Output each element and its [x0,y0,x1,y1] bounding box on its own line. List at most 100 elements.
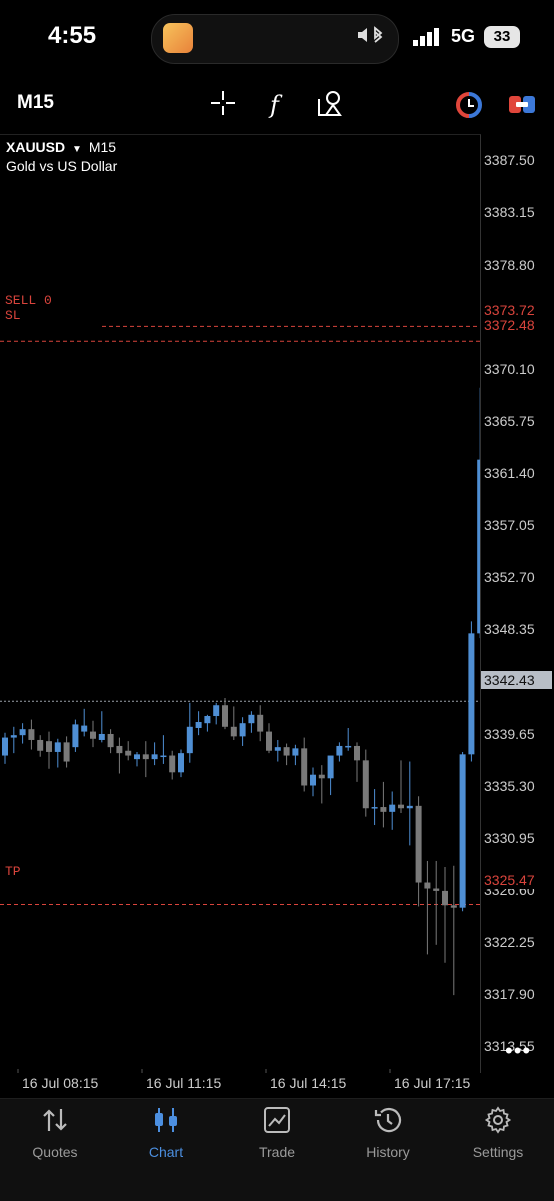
app-badge-icon [163,23,193,53]
candle-body [195,721,202,728]
mute-bluetooth-icon [356,24,384,52]
candle-body [459,754,466,908]
candle-body [19,729,26,736]
chart-icon [111,1102,221,1138]
candle-body [318,774,325,779]
candle-body [222,705,228,727]
tab-trade[interactable]: Trade [222,1100,332,1160]
sl-level-label[interactable]: SL [5,308,21,323]
candle-body [63,742,70,762]
tab-label: Chart [148,1144,184,1160]
network-type: 5G [451,26,476,46]
candle-body [169,755,176,773]
candle-body [142,754,149,760]
price-axis[interactable] [481,134,554,1072]
candle-body [46,741,52,752]
price-tick-label: 3339.65 [484,725,535,742]
time-tick-label: 16 Jul 17:15 [394,1075,471,1091]
candle-body [178,753,184,773]
candle-body [468,633,475,755]
candle-body [362,760,369,809]
candle-body [257,714,264,732]
quotes-icon [0,1102,110,1138]
candle-body [354,745,360,761]
price-tick-label: 3330.95 [484,829,535,846]
symbol-description: Gold vs US Dollar [6,158,118,174]
candle-body [371,807,378,809]
tab-label: Settings [472,1144,524,1160]
trade-panel-icon[interactable] [508,93,536,122]
timeframe-button[interactable]: M15 [17,92,54,114]
candle-body [424,882,431,889]
price-tick-label: 3348.35 [484,621,535,638]
sl-price-label: 3372.48 [481,316,552,334]
candle-body [389,804,396,812]
candle-body [10,735,17,738]
candle-body [477,459,480,634]
more-options-icon[interactable]: ••• [505,1038,531,1064]
candle-body [239,723,246,737]
tp-price-label: 3325.47 [481,871,552,889]
one-click-trading-icon[interactable] [455,92,483,123]
candle-body [186,726,193,754]
sell-level-label[interactable]: SELL 0 [5,293,52,308]
time-tick-label: 16 Jul 08:15 [22,1075,99,1091]
chart-area[interactable] [0,134,481,1073]
candle-body [336,745,343,756]
trade-icon [222,1102,332,1138]
candle-body [450,905,457,908]
objects-icon[interactable] [317,89,345,122]
price-tick-label: 3357.05 [484,517,535,534]
candlestick-chart[interactable] [0,135,480,1073]
tab-label: History [366,1144,410,1160]
candle-body [160,755,167,758]
history-icon [333,1102,443,1138]
tab-label: Quotes [32,1144,78,1160]
candle-body [213,705,220,717]
indicators-icon[interactable]: f [266,89,290,124]
current-price-label: 3342.43 [481,671,552,689]
status-time: 4:55 [48,22,97,49]
crosshair-icon[interactable] [209,89,237,122]
tab-label: Trade [258,1144,296,1160]
candle-body [310,774,316,786]
price-tick-label: 3335.30 [484,777,535,794]
price-tick-label: 3370.10 [484,360,535,377]
price-tick-label: 3361.40 [484,465,535,482]
candle-body [37,739,44,751]
battery-icon: 33 [484,26,520,48]
tp-level-label[interactable]: TP [5,864,21,879]
svg-text:f: f [268,91,283,119]
price-tick-label: 3387.50 [484,152,535,169]
candle-body [301,748,308,786]
candle-body [442,890,448,906]
candle-body [134,754,140,760]
candle-body [345,745,352,748]
price-tick-label: 3322.25 [484,934,535,951]
candle-body [125,750,132,756]
tab-history[interactable]: History [333,1100,443,1160]
candle-body [327,755,334,779]
candle-body [54,742,61,752]
price-tick-label: 3383.15 [484,204,535,221]
tab-quotes[interactable]: Quotes [0,1100,110,1160]
signal-icon [413,28,443,51]
candle-body [81,725,88,732]
price-tick-label: 3378.80 [484,256,535,273]
symbol-dropdown-icon[interactable]: ▼ [72,144,82,155]
tab-chart[interactable]: Chart [111,1100,221,1160]
symbol-header[interactable]: XAUUSD ▼ M15 [6,139,116,155]
candle-body [398,804,404,809]
candle-body [406,805,413,809]
price-tick-label: 3365.75 [484,412,535,429]
candle-body [90,731,96,739]
candle-body [248,714,255,724]
symbol-timeframe: M15 [88,139,117,155]
candle-body [98,733,105,740]
price-tick-label: 3352.70 [484,569,535,586]
candle-body [230,726,237,737]
tab-settings[interactable]: Settings [443,1100,553,1160]
candle-body [107,733,114,748]
candle-body [433,888,440,891]
price-tick-label: 3317.90 [484,986,535,1003]
